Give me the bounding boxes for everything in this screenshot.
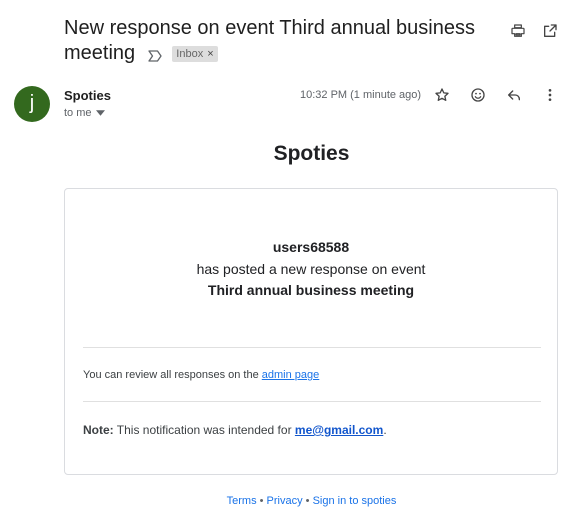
- response-message: has posted a new response on event: [196, 261, 426, 277]
- star-icon[interactable]: [432, 85, 452, 105]
- recipient-details[interactable]: to me: [64, 107, 105, 119]
- emoji-reaction-icon[interactable]: [468, 85, 488, 105]
- event-name: Third annual business meeting: [207, 282, 415, 298]
- review-responses-text: You can review all responses on the admi…: [83, 369, 319, 381]
- email-footer: Terms • Privacy • Sign in to spoties: [64, 495, 559, 507]
- recipient-text: to me: [64, 107, 92, 119]
- notification-note: Note: This notification was intended for…: [83, 423, 387, 437]
- inbox-label: Inbox ×: [172, 45, 218, 62]
- review-text: You can review all responses on the: [83, 369, 259, 381]
- sender-name: Spoties: [64, 88, 111, 103]
- open-in-new-window-icon[interactable]: [540, 21, 560, 41]
- remove-label-button[interactable]: ×: [207, 48, 213, 60]
- note-end: .: [383, 423, 387, 437]
- responder-username: users68588: [272, 239, 350, 255]
- email-brand-heading: Spoties: [273, 142, 350, 165]
- importance-marker-icon[interactable]: [147, 46, 163, 62]
- inbox-label-text: Inbox: [176, 47, 204, 60]
- email-timestamp: 10:32 PM (1 minute ago): [300, 89, 422, 101]
- terms-link[interactable]: Terms: [227, 495, 257, 507]
- reply-icon[interactable]: [504, 85, 524, 105]
- note-text: This notification was intended for: [116, 423, 292, 437]
- more-vert-icon[interactable]: [540, 85, 560, 105]
- privacy-link[interactable]: Privacy: [267, 495, 303, 507]
- admin-page-link[interactable]: admin page: [262, 369, 320, 381]
- footer-separator: •: [302, 495, 313, 507]
- email-content-card: users68588 has posted a new response on …: [64, 188, 558, 475]
- recipient-email-link[interactable]: me@gmail.com: [295, 423, 383, 437]
- caret-down-icon: [95, 110, 105, 116]
- email-subject: New response on event Third annual busin…: [64, 16, 484, 66]
- avatar[interactable]: j: [14, 86, 50, 122]
- footer-separator: •: [256, 495, 267, 507]
- note-divider: [83, 401, 541, 402]
- subject-title: New response on event Third annual busin…: [64, 17, 475, 64]
- content-divider: [83, 347, 541, 348]
- sign-in-link[interactable]: Sign in to spoties: [313, 495, 397, 507]
- note-label: Note:: [83, 423, 114, 437]
- printer-icon[interactable]: [508, 21, 528, 41]
